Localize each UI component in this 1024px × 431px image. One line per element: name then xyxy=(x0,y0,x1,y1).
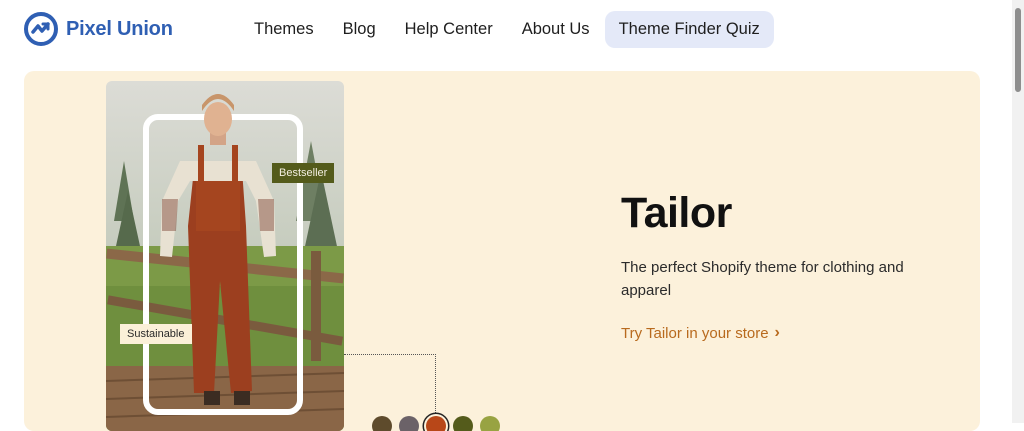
hero-description: The perfect Shopify theme for clothing a… xyxy=(621,259,904,299)
color-swatches xyxy=(372,416,500,431)
nav-item-about-us[interactable]: About Us xyxy=(508,11,604,48)
nav-item-blog[interactable]: Blog xyxy=(329,11,390,48)
pixel-union-logo-icon xyxy=(24,12,58,46)
brand-logo[interactable]: Pixel Union xyxy=(24,12,173,46)
try-in-store-label: Try Tailor in your store xyxy=(621,324,769,342)
sustainable-badge: Sustainable xyxy=(120,324,192,344)
product-photo xyxy=(106,81,344,431)
color-swatch[interactable] xyxy=(480,416,500,431)
chevron-right-icon: › xyxy=(774,324,780,341)
brand-name: Pixel Union xyxy=(66,17,173,40)
try-in-store-link[interactable]: Try Tailor in your store › xyxy=(621,324,780,342)
color-swatch[interactable] xyxy=(399,416,419,431)
hero-banner: Bestseller Sustainable Tailor The perfec… xyxy=(24,71,980,431)
model-overalls-image xyxy=(106,81,344,431)
hero-title: Tailor xyxy=(621,189,732,237)
color-swatch[interactable] xyxy=(372,416,392,431)
connector-line xyxy=(344,354,436,415)
nav-item-themes[interactable]: Themes xyxy=(240,11,328,48)
color-swatch[interactable] xyxy=(453,416,473,431)
page-scrollbar[interactable] xyxy=(1012,0,1024,423)
site-header: Pixel Union Themes Blog Help Center Abou… xyxy=(0,0,1012,62)
color-swatch[interactable] xyxy=(426,416,446,431)
hero-text: Tailor The perfect Shopify theme for clo… xyxy=(621,189,951,343)
nav-item-theme-finder-quiz[interactable]: Theme Finder Quiz xyxy=(604,11,774,48)
scrollbar-thumb[interactable] xyxy=(1015,8,1021,92)
nav-item-help-center[interactable]: Help Center xyxy=(391,11,507,48)
bestseller-badge: Bestseller xyxy=(272,163,335,183)
main-nav: Themes Blog Help Center About Us Theme F… xyxy=(240,11,775,48)
